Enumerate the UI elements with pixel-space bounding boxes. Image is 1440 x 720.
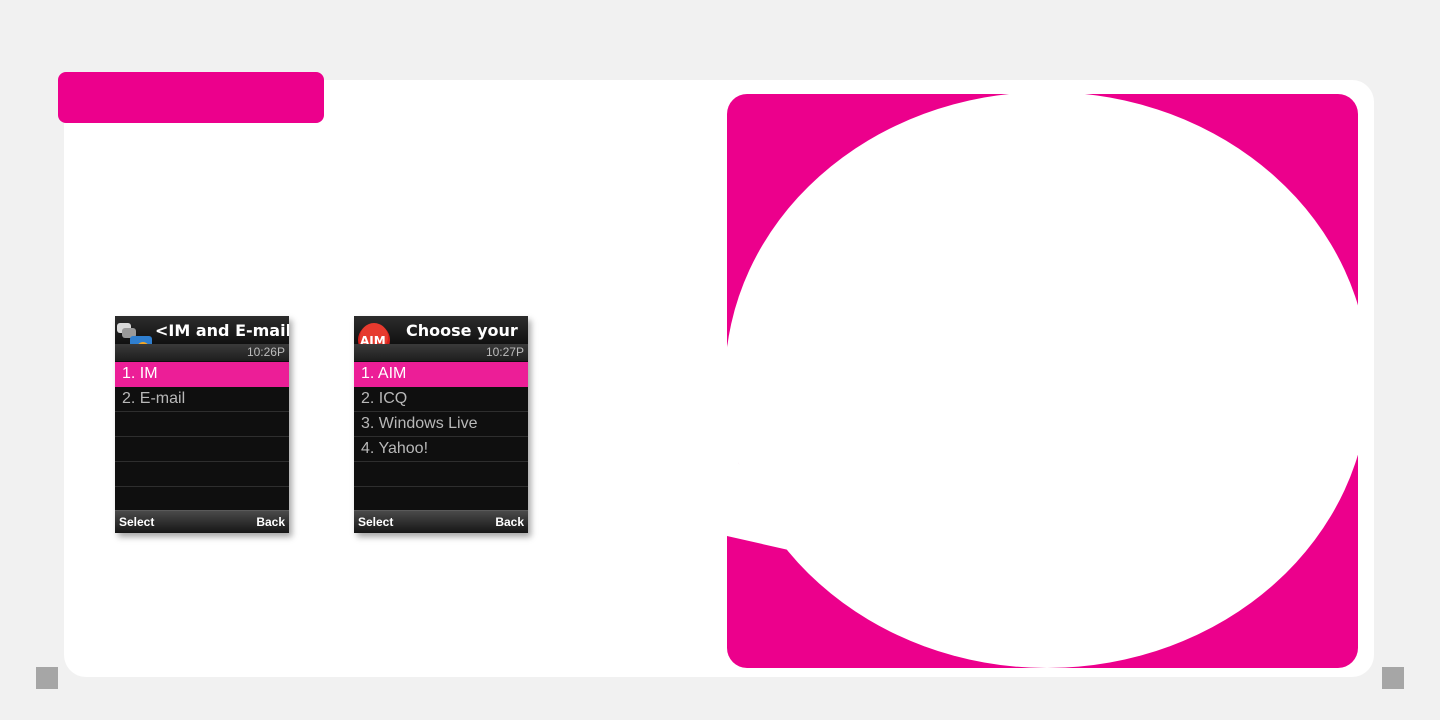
select-softkey[interactable]: Select [119, 515, 154, 529]
back-softkey[interactable]: Back [256, 515, 285, 529]
menu-item-yahoo[interactable]: 4. Yahoo! [354, 437, 528, 462]
menu-item-windows-live[interactable]: 3. Windows Live [354, 412, 528, 437]
page-corner-marker-right [1382, 667, 1404, 689]
status-bar: 10:27P [354, 344, 528, 361]
status-bar: 10:26P [115, 344, 289, 361]
title-bar: @ <IM and E-mail> [115, 316, 289, 356]
menu-item-empty [115, 462, 289, 487]
menu-item-im[interactable]: 1. IM [115, 362, 289, 387]
menu-list: 1. AIM 2. ICQ 3. Windows Live 4. Yahoo! [354, 362, 528, 512]
menu-item-empty [115, 412, 289, 437]
menu-item-empty [115, 437, 289, 462]
phone-screen-choose-provider: AIM Choose your 10:27P 1. AIM 2. ICQ 3. … [354, 316, 528, 533]
clock: 10:27P [485, 345, 524, 359]
title-left-arrow[interactable]: < [155, 321, 168, 340]
title-bar: AIM Choose your [354, 316, 528, 356]
menu-item-empty [115, 487, 289, 512]
callout-magenta-frame [727, 94, 1358, 668]
menu-item-email[interactable]: 2. E-mail [115, 387, 289, 412]
menu-item-empty [354, 462, 528, 487]
menu-item-aim[interactable]: 1. AIM [354, 362, 528, 387]
screen-title: Choose your [406, 321, 518, 340]
page-corner-marker-left [36, 667, 58, 689]
section-header-tab [58, 72, 324, 123]
select-softkey[interactable]: Select [358, 515, 393, 529]
phone-screen-im-email: @ <IM and E-mail> 10:26P 1. IM 2. E-mail… [115, 316, 289, 533]
speech-bubble-callout [727, 94, 1358, 668]
screen-title-text: IM and E-mail [168, 321, 289, 340]
clock: 10:26P [246, 345, 285, 359]
softkey-bar: Select Back [354, 510, 528, 533]
menu-item-empty [354, 487, 528, 512]
softkey-bar: Select Back [115, 510, 289, 533]
back-softkey[interactable]: Back [495, 515, 524, 529]
screen-title: <IM and E-mail> [155, 320, 289, 342]
menu-item-icq[interactable]: 2. ICQ [354, 387, 528, 412]
menu-list: 1. IM 2. E-mail [115, 362, 289, 512]
